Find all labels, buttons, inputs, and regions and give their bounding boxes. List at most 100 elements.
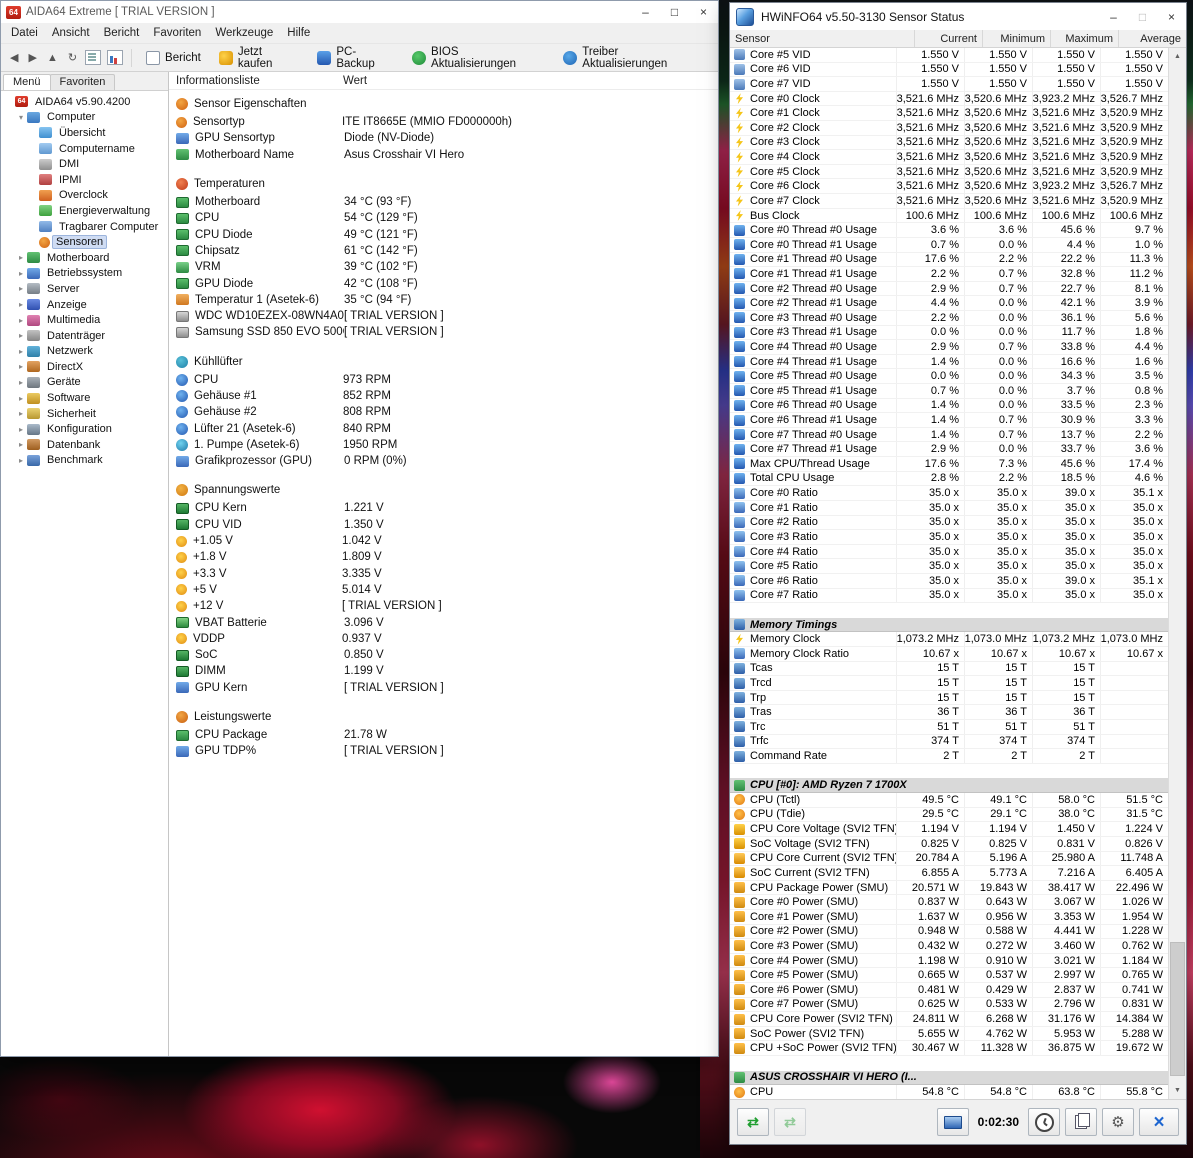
tree-item-computer[interactable]: ▾ Computer	[1, 110, 168, 126]
tree-item-dmi[interactable]: DMI	[1, 156, 168, 172]
sensor-row-cpu-tctl[interactable]: CPU (Tctl) 49.5 °C 49.1 °C 58.0 °C 51.5 °C	[730, 793, 1168, 808]
expand-arrow-icon[interactable]: ▸	[15, 378, 27, 387]
expand-arrow-icon[interactable]: ▸	[15, 347, 27, 356]
column-header-current[interactable]: Current	[914, 30, 982, 47]
tree-item-directx[interactable]: ▸ DirectX	[1, 359, 168, 375]
close-button[interactable]: ×	[1157, 3, 1186, 30]
sensor-row-core-2-thread-1-usage[interactable]: Core #2 Thread #1 Usage 4.4 % 0.0 % 42.1 % 3…	[730, 296, 1168, 311]
sensor-row-core-1-thread-1-usage[interactable]: Core #1 Thread #1 Usage 2.2 % 0.7 % 32.8 % 1…	[730, 267, 1168, 282]
sensor-row-tcas[interactable]: Tcas 15 T 15 T 15 T	[730, 661, 1168, 677]
sensor-row-core-3-thread-1-usage[interactable]: Core #3 Thread #1 Usage 0.0 % 0.0 % 11.7 % 1…	[730, 325, 1168, 341]
tree-item-motherboard[interactable]: ▸ Motherboard	[1, 250, 168, 266]
graph-icon[interactable]	[107, 50, 124, 65]
sensor-row-total-cpu-usage[interactable]: Total CPU Usage 2.8 % 2.2 % 18.5 % 4.6 %	[730, 471, 1168, 487]
sensor-row-core-4-clock[interactable]: Core #4 Clock 3,521.6 MHz 3,520.6 MHz 3,521…	[730, 150, 1168, 165]
sensor-row-trcd[interactable]: Trcd 15 T 15 T 15 T	[730, 676, 1168, 691]
sensor-row-cpu-core-current-svi2-tfn[interactable]: CPU Core Current (SVI2 TFN) 20.784 A 5.196…	[730, 851, 1168, 867]
sensor-row-core-7-clock[interactable]: Core #7 Clock 3,521.6 MHz 3,520.6 MHz 3,521…	[730, 194, 1168, 209]
info-row[interactable]: VRM 39 °C (102 °F)	[176, 259, 718, 275]
info-row[interactable]: GPU Diode 42 °C (108 °F)	[176, 275, 718, 291]
column-header-wert[interactable]: Wert	[343, 75, 367, 87]
logging-start-button[interactable]: ⇄	[737, 1108, 769, 1136]
tree-item-netzwerk[interactable]: ▸ Netzwerk	[1, 344, 168, 360]
settings-button[interactable]: ⚙	[1102, 1108, 1134, 1136]
sensor-row-core-5-vid[interactable]: Core #5 VID 1.550 V 1.550 V 1.550 V 1.550 V	[730, 48, 1168, 63]
sensor-row-core-1-clock[interactable]: Core #1 Clock 3,521.6 MHz 3,520.6 MHz 3,521…	[730, 106, 1168, 122]
report-wizard-icon[interactable]	[85, 50, 102, 65]
tree-item-ipmi[interactable]: IPMI	[1, 172, 168, 188]
tree-item-server[interactable]: ▸ Server	[1, 281, 168, 297]
menu-datei[interactable]: Datei	[4, 25, 45, 41]
sensor-row-core-5-power-smu[interactable]: Core #5 Power (SMU) 0.665 W 0.537 W 2.997 W…	[730, 968, 1168, 983]
close-button[interactable]: ×	[689, 1, 718, 23]
sensor-row-core-7-vid[interactable]: Core #7 VID 1.550 V 1.550 V 1.550 V 1.550 V	[730, 77, 1168, 92]
sensor-row-core-1-thread-0-usage[interactable]: Core #1 Thread #0 Usage 17.6 % 2.2 % 22.2 %…	[730, 252, 1168, 268]
tree-item-übersicht[interactable]: Übersicht	[1, 125, 168, 141]
sensor-row-trp[interactable]: Trp 15 T 15 T 15 T	[730, 690, 1168, 706]
toolbar-pc-backup-button[interactable]: PC-Backup	[308, 46, 403, 70]
copy-report-button[interactable]	[1065, 1108, 1097, 1136]
scrollbar-track[interactable]	[1169, 65, 1186, 1082]
sensor-row-core-2-clock[interactable]: Core #2 Clock 3,521.6 MHz 3,520.6 MHz 3,521…	[730, 121, 1168, 136]
info-row[interactable]: Gehäuse #1 852 RPM	[176, 388, 718, 404]
tree-item-konfiguration[interactable]: ▸ Konfiguration	[1, 421, 168, 437]
sensor-row-core-3-thread-0-usage[interactable]: Core #3 Thread #0 Usage 2.2 % 0.0 % 36.1 % 5…	[730, 310, 1168, 326]
column-header-informationsliste[interactable]: Informationsliste	[169, 75, 343, 87]
info-row[interactable]: Temperatur 1 (Asetek-6) 35 °C (94 °F)	[176, 292, 718, 308]
sensor-row-soc-power-svi2-tfn[interactable]: SoC Power (SVI2 TFN) 5.655 W 4.762 W 5.953 …	[730, 1026, 1168, 1042]
expand-arrow-icon[interactable]: ▸	[15, 331, 27, 340]
section-row-memory-timings[interactable]: Memory Timings	[730, 617, 1168, 633]
info-row[interactable]: GPU Sensortyp Diode (NV-Diode)	[176, 130, 718, 146]
sensor-row-core-0-thread-0-usage[interactable]: Core #0 Thread #0 Usage 3.6 % 3.6 % 45.6 % 9…	[730, 223, 1168, 238]
expand-arrow-icon[interactable]: ▸	[15, 394, 27, 403]
reset-clock-button[interactable]	[1028, 1108, 1060, 1136]
sensor-row-core-3-power-smu[interactable]: Core #3 Power (SMU) 0.432 W 0.272 W 3.460 W…	[730, 939, 1168, 954]
expand-arrow-icon[interactable]: ▸	[15, 316, 27, 325]
sensor-row-cpu-soc-power-svi2-tfn[interactable]: CPU +SoC Power (SVI2 TFN) 30.467 W 11.328 …	[730, 1041, 1168, 1057]
expand-arrow-icon[interactable]: ▸	[15, 253, 27, 262]
sensor-row-core-6-vid[interactable]: Core #6 VID 1.550 V 1.550 V 1.550 V 1.550 V	[730, 62, 1168, 78]
info-row[interactable]: 1. Pumpe (Asetek-6) 1950 RPM	[176, 437, 718, 453]
back-icon[interactable]: ◀	[5, 49, 23, 66]
tree-item-anzeige[interactable]: ▸ Anzeige	[1, 297, 168, 313]
sensor-row-max-cpu-thread-usage[interactable]: Max CPU/Thread Usage 17.6 % 7.3 % 45.6 % 17.…	[730, 457, 1168, 472]
sensor-row-core-3-clock[interactable]: Core #3 Clock 3,521.6 MHz 3,520.6 MHz 3,521…	[730, 135, 1168, 151]
sensor-row-tras[interactable]: Tras 36 T 36 T 36 T	[730, 705, 1168, 721]
sensor-row-core-4-thread-1-usage[interactable]: Core #4 Thread #1 Usage 1.4 % 0.0 % 16.6 % 1…	[730, 354, 1168, 370]
tree-item-sensoren[interactable]: Sensoren	[1, 234, 168, 250]
vertical-scrollbar[interactable]: ▲ ▼	[1168, 48, 1186, 1099]
scrollbar-thumb[interactable]	[1170, 942, 1185, 1076]
logging-stop-button[interactable]: ⇄	[774, 1108, 806, 1136]
sensor-row-cpu-package-power-smu[interactable]: CPU Package Power (SMU) 20.571 W 19.843 W3…	[730, 880, 1168, 896]
sensor-row-core-2-ratio[interactable]: Core #2 Ratio 35.0 x 35.0 x 35.0 x 35.0 x	[730, 515, 1168, 531]
sensor-row-core-0-power-smu[interactable]: Core #0 Power (SMU) 0.837 W 0.643 W 3.067 W…	[730, 895, 1168, 910]
scroll-down-icon[interactable]: ▼	[1169, 1082, 1186, 1099]
sensor-row-cpu-core-power-svi2-tfn[interactable]: CPU Core Power (SVI2 TFN) 24.811 W 6.268 W…	[730, 1012, 1168, 1027]
tree-item-software[interactable]: ▸ Software	[1, 390, 168, 406]
sensor-row-soc-current-svi2-tfn[interactable]: SoC Current (SVI2 TFN) 6.855 A 5.773 A 7.21…	[730, 866, 1168, 881]
info-row[interactable]: Gehäuse #2 808 RPM	[176, 404, 718, 420]
expand-arrow-icon[interactable]: ▸	[15, 440, 27, 449]
expand-arrow-icon[interactable]: ▸	[15, 425, 27, 434]
minimize-button[interactable]: –	[1099, 3, 1128, 30]
info-row[interactable]: Samsung SSD 850 EVO 500GB[ TRIAL VERSION…	[176, 324, 718, 340]
info-row[interactable]: +1.8 V 1.809 V	[176, 549, 718, 565]
menu-ansicht[interactable]: Ansicht	[45, 25, 97, 41]
info-row[interactable]: CPU Package 21.78 W	[176, 727, 718, 743]
section-row-asus-crosshair-vi-hero-i[interactable]: ASUS CROSSHAIR VI HERO (I...	[730, 1070, 1168, 1086]
tree-item-sicherheit[interactable]: ▸ Sicherheit	[1, 406, 168, 422]
info-row[interactable]: VDDP 0.937 V	[176, 631, 718, 647]
sensor-row-core-7-thread-0-usage[interactable]: Core #7 Thread #0 Usage 1.4 % 0.7 % 13.7 % 2…	[730, 427, 1168, 443]
aida64-titlebar[interactable]: 64 AIDA64 Extreme [ TRIAL VERSION ] – □ …	[1, 1, 718, 23]
info-row[interactable]: SoC 0.850 V	[176, 647, 718, 663]
section-row-cpu-0-amd-ryzen-7-1700x[interactable]: CPU [#0]: AMD Ryzen 7 1700X	[730, 778, 1168, 794]
sensor-row-cpu[interactable]: CPU 54.8 °C 54.8 °C 63.8 °C 55.8 °C	[730, 1085, 1168, 1099]
column-header-average[interactable]: Average	[1118, 30, 1186, 47]
toolbar-treiber-aktualisierungen-button[interactable]: Treiber Aktualisierungen	[554, 46, 714, 70]
tab-menü[interactable]: Menü	[3, 74, 51, 90]
close-sensors-button[interactable]: ×	[1139, 1108, 1179, 1136]
sensor-row-core-0-clock[interactable]: Core #0 Clock 3,521.6 MHz 3,520.6 MHz 3,923…	[730, 91, 1168, 107]
hwinfo-titlebar[interactable]: HWiNFO64 v5.50-3130 Sensor Status – □ ×	[730, 3, 1186, 30]
info-row[interactable]: +5 V 5.014 V	[176, 582, 718, 598]
up-icon[interactable]: ▲	[42, 50, 63, 66]
